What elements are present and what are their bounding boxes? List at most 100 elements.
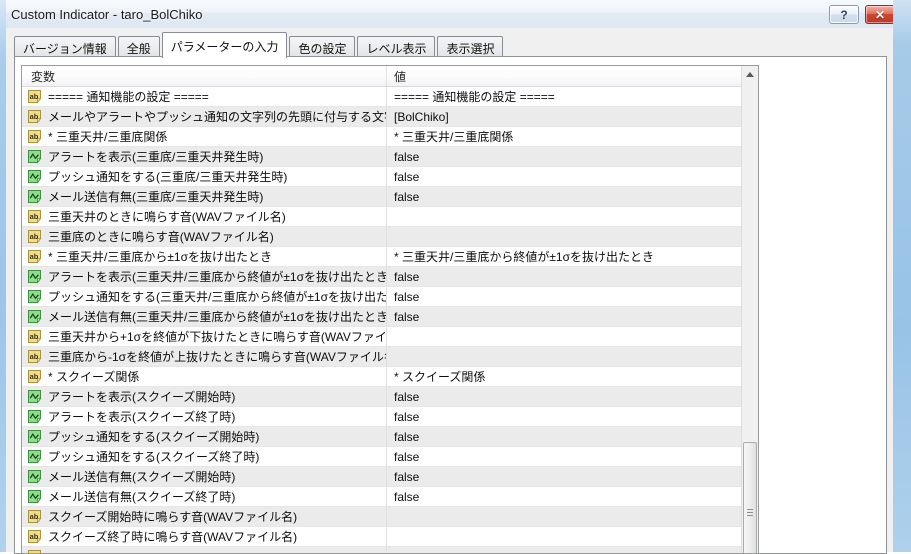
param-value-cell[interactable]: false bbox=[387, 307, 741, 326]
scrollbar-up-button[interactable] bbox=[742, 66, 758, 83]
bool-param-icon bbox=[27, 149, 42, 164]
close-button[interactable]: ✕ bbox=[865, 5, 895, 24]
tab-bar: バージョン情報全般パラメーターの入力色の設定レベル表示表示選択 bbox=[14, 33, 505, 57]
param-row[interactable]: abスクイーズ開始時に鳴らす音(WAVファイル名) bbox=[22, 507, 741, 527]
param-row[interactable]: abメールやアラートやプッシュ通知の文字列の先頭に付与する文字列[BolChik… bbox=[22, 107, 741, 127]
arrow-up-icon bbox=[746, 72, 754, 77]
param-row[interactable]: ab三重底のときに鳴らす音(WAVファイル名) bbox=[22, 227, 741, 247]
param-name-cell: プッシュ通知をする(三重天井/三重底から終値が±1σを抜け出たと... bbox=[22, 287, 387, 306]
param-name-cell: アラートを表示(スクイーズ終了時) bbox=[22, 407, 387, 426]
param-row[interactable]: メール送信有無(三重天井/三重底から終値が±1σを抜け出たとき)false bbox=[22, 307, 741, 327]
svg-text:ab: ab bbox=[30, 132, 39, 141]
param-row[interactable]: ab三重天井から+1σを終値が下抜けたときに鳴らす音(WAVファイル名) bbox=[22, 327, 741, 347]
param-row[interactable]: アラートを表示(三重底/三重天井発生時)false bbox=[22, 147, 741, 167]
param-row[interactable]: アラートを表示(三重天井/三重底から終値が±1σを抜け出たとき)false bbox=[22, 267, 741, 287]
param-row[interactable]: プッシュ通知をする(三重底/三重天井発生時)false bbox=[22, 167, 741, 187]
svg-text:ab: ab bbox=[30, 372, 39, 381]
param-name-label: アラートを表示(スクイーズ終了時) bbox=[48, 408, 235, 425]
param-value-cell[interactable] bbox=[387, 507, 741, 526]
tab-0[interactable]: バージョン情報 bbox=[14, 36, 116, 57]
param-value-cell[interactable]: false bbox=[387, 407, 741, 426]
param-name-cell: アラートを表示(三重天井/三重底から終値が±1σを抜け出たとき) bbox=[22, 267, 387, 286]
bool-param-icon bbox=[27, 389, 42, 404]
param-row[interactable]: ab===== 通知機能の設定 ========== 通知機能の設定 ===== bbox=[22, 87, 741, 107]
param-row[interactable]: ab* スクイーズ関係* スクイーズ関係 bbox=[22, 367, 741, 387]
param-value-cell[interactable] bbox=[387, 207, 741, 226]
param-row[interactable]: abスクイーズ終了時に鳴らす音(WAVファイル名) bbox=[22, 527, 741, 547]
param-row[interactable]: プッシュ通知をする(三重天井/三重底から終値が±1σを抜け出たと...false bbox=[22, 287, 741, 307]
param-row[interactable]: メール送信有無(三重底/三重天井発生時) false bbox=[22, 187, 741, 207]
svg-text:ab: ab bbox=[30, 512, 39, 521]
table-header: 変数 値 bbox=[22, 66, 741, 87]
bool-param-icon bbox=[27, 309, 42, 324]
param-value-cell[interactable] bbox=[387, 547, 741, 553]
param-value-cell[interactable] bbox=[387, 527, 741, 546]
param-row[interactable]: ab三重天井のときに鳴らす音(WAVファイル名) bbox=[22, 207, 741, 227]
column-header-value[interactable]: 値 bbox=[387, 66, 741, 86]
param-value-cell[interactable] bbox=[387, 227, 741, 246]
param-row[interactable]: ab 三重底から-1σを終値が上抜けたときに鳴らす音(WAVファイル名) bbox=[22, 347, 741, 367]
string-param-icon: ab bbox=[27, 89, 42, 104]
param-row[interactable]: アラートを表示(スクイーズ終了時) false bbox=[22, 407, 741, 427]
title-buttons: ? ✕ bbox=[829, 5, 895, 24]
tab-5[interactable]: 表示選択 bbox=[437, 36, 503, 57]
param-name-cell: アラートを表示(スクイーズ開始時) bbox=[22, 387, 387, 406]
param-row[interactable]: ab bbox=[22, 547, 741, 553]
param-name-cell: ab bbox=[22, 547, 387, 553]
help-button[interactable]: ? bbox=[829, 5, 859, 24]
param-value-cell[interactable] bbox=[387, 327, 741, 346]
param-value-cell[interactable]: * 三重天井/三重底から終値が±1σを抜け出たとき bbox=[387, 247, 741, 266]
param-value-cell[interactable]: false bbox=[387, 167, 741, 186]
param-name-cell: abメールやアラートやプッシュ通知の文字列の先頭に付与する文字列 bbox=[22, 107, 387, 126]
tab-3[interactable]: 色の設定 bbox=[289, 36, 355, 57]
param-value-cell[interactable]: * スクイーズ関係 bbox=[387, 367, 741, 386]
scrollbar-grip-icon bbox=[747, 509, 753, 517]
param-value-cell[interactable]: false bbox=[387, 447, 741, 466]
param-row[interactable]: プッシュ通知をする(スクイーズ終了時) false bbox=[22, 447, 741, 467]
tab-4[interactable]: レベル表示 bbox=[357, 36, 435, 57]
scrollbar-thumb[interactable] bbox=[743, 442, 757, 554]
param-row[interactable]: メール送信有無(スクイーズ開始時)false bbox=[22, 467, 741, 487]
title-bar[interactable]: Custom Indicator - taro_BolChiko bbox=[0, 0, 911, 28]
tab-1[interactable]: 全般 bbox=[118, 36, 160, 57]
param-name-label: 三重底から-1σを終値が上抜けたときに鳴らす音(WAVファイル名) bbox=[48, 348, 387, 365]
param-row[interactable]: プッシュ通知をする(スクイーズ開始時)false bbox=[22, 427, 741, 447]
param-value-cell[interactable]: false bbox=[387, 287, 741, 306]
param-value-cell[interactable] bbox=[387, 347, 741, 366]
param-value-cell[interactable]: false bbox=[387, 147, 741, 166]
param-value-cell[interactable]: false bbox=[387, 467, 741, 486]
param-value-cell[interactable]: false bbox=[387, 427, 741, 446]
param-name-label: プッシュ通知をする(三重天井/三重底から終値が±1σを抜け出たと... bbox=[48, 288, 387, 305]
param-name-label: メール送信有無(三重底/三重天井発生時) bbox=[48, 188, 263, 205]
param-row[interactable]: アラートを表示(スクイーズ開始時)false bbox=[22, 387, 741, 407]
param-row[interactable]: ab * 三重天井/三重底関係 * 三重天井/三重底関係 bbox=[22, 127, 741, 147]
param-value-cell[interactable]: false bbox=[387, 267, 741, 286]
bool-param-icon bbox=[27, 449, 42, 464]
param-value-cell[interactable]: ===== 通知機能の設定 ===== bbox=[387, 87, 741, 106]
column-header-variable[interactable]: 変数 bbox=[22, 66, 387, 86]
param-name-cell: メール送信有無(スクイーズ終了時) bbox=[22, 487, 387, 506]
param-name-cell: メール送信有無(スクイーズ開始時) bbox=[22, 467, 387, 486]
param-name-cell: メール送信有無(三重底/三重天井発生時) bbox=[22, 187, 387, 206]
param-row[interactable]: メール送信有無(スクイーズ終了時)false bbox=[22, 487, 741, 507]
bool-param-icon bbox=[27, 189, 42, 204]
svg-text:ab: ab bbox=[30, 252, 39, 261]
param-value-cell[interactable]: false bbox=[387, 387, 741, 406]
param-value-cell[interactable]: [BolChiko] bbox=[387, 107, 741, 126]
param-name-cell: ab三重天井のときに鳴らす音(WAVファイル名) bbox=[22, 207, 387, 226]
param-name-cell: ab三重底のときに鳴らす音(WAVファイル名) bbox=[22, 227, 387, 246]
param-value-cell[interactable]: false bbox=[387, 487, 741, 506]
tab-2[interactable]: パラメーターの入力 bbox=[162, 32, 288, 58]
string-param-icon: ab bbox=[27, 349, 42, 364]
param-name-cell: アラートを表示(三重底/三重天井発生時) bbox=[22, 147, 387, 166]
param-value-cell[interactable]: false bbox=[387, 187, 741, 206]
string-param-icon: ab bbox=[27, 229, 42, 244]
param-name-cell: ab三重天井から+1σを終値が下抜けたときに鳴らす音(WAVファイル名) bbox=[22, 327, 387, 346]
bool-param-icon bbox=[27, 469, 42, 484]
param-row[interactable]: ab* 三重天井/三重底から±1σを抜け出たとき* 三重天井/三重底から終値が±… bbox=[22, 247, 741, 267]
param-value-cell[interactable]: * 三重天井/三重底関係 bbox=[387, 127, 741, 146]
param-name-label: * 三重天井/三重底関係 bbox=[48, 128, 167, 145]
vertical-scrollbar[interactable] bbox=[741, 66, 758, 553]
param-name-label: プッシュ通知をする(スクイーズ終了時) bbox=[48, 448, 259, 465]
svg-text:ab: ab bbox=[30, 212, 39, 221]
